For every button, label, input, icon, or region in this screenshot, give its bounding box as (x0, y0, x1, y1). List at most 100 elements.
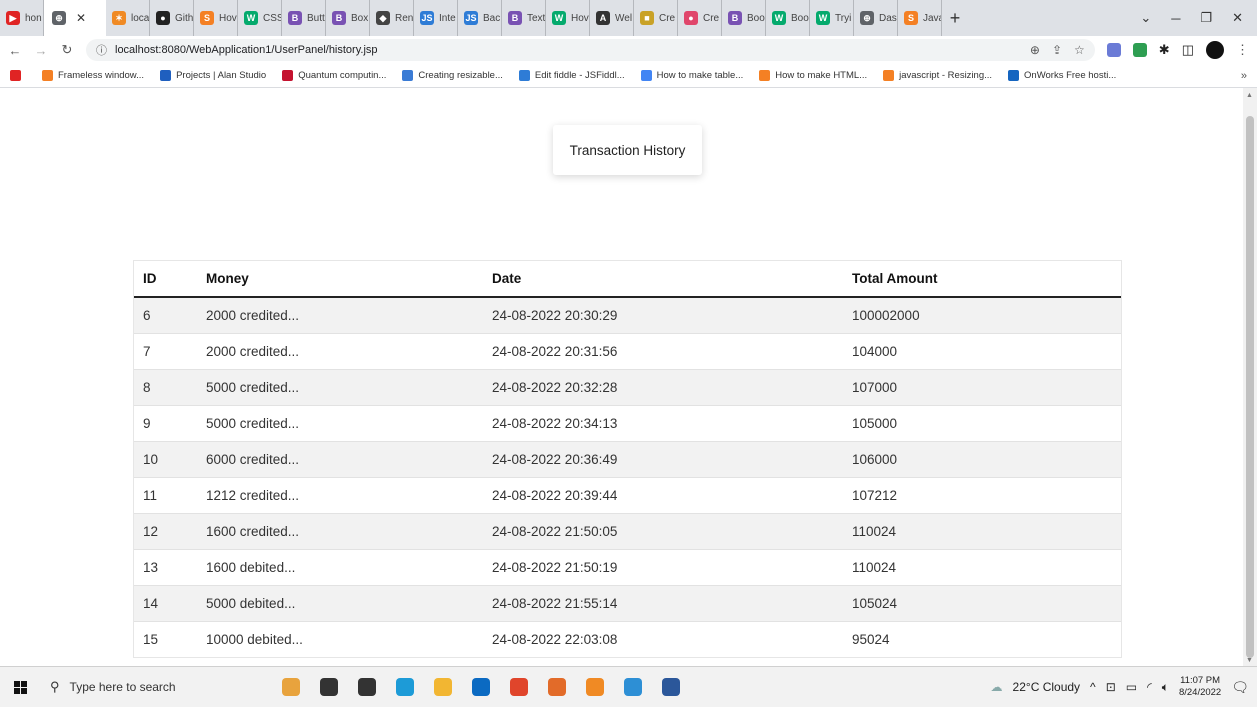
clock[interactable]: 11:07 PM 8/24/2022 (1179, 675, 1221, 699)
browser-tab[interactable]: W Boo (766, 0, 810, 36)
menu-icon[interactable]: ⋮ (1236, 42, 1249, 58)
share-icon[interactable]: ⇪ (1052, 43, 1062, 57)
green-extension-icon[interactable] (1132, 43, 1147, 57)
cell-total-amount: 100002000 (852, 296, 1121, 333)
tab-search-icon[interactable]: ⌄ (1140, 10, 1151, 26)
bookmark-item[interactable]: How to make table... (640, 70, 743, 81)
word-icon[interactable] (662, 678, 680, 696)
bookmark-item[interactable]: How to make HTML... (759, 70, 867, 81)
office-icon[interactable] (548, 678, 566, 696)
tab-label: Gith (175, 12, 194, 24)
taskbar-search[interactable]: ⚲ Type here to search (40, 667, 246, 707)
start-button[interactable] (0, 680, 40, 694)
browser-tab[interactable]: ▶ hon (0, 0, 44, 36)
back-button[interactable]: ← (8, 43, 22, 58)
tab-label: Butt (307, 12, 325, 24)
scroll-down-arrow[interactable]: ▼ (1246, 657, 1253, 664)
bookmark-item[interactable]: Frameless window... (42, 70, 144, 81)
bookmark-favicon-icon (518, 70, 530, 81)
bookmark-item[interactable]: OnWorks Free hosti... (1008, 70, 1116, 81)
bookmark-item[interactable]: Projects | Alan Studio (160, 70, 266, 81)
browser-tab[interactable]: ■ Cre (634, 0, 678, 36)
browser-tab[interactable]: ✶ loca (106, 0, 150, 36)
cell-total-amount: 95024 (852, 620, 1121, 657)
cell-total-amount: 110024 (852, 512, 1121, 549)
stackoverflow-icon: S (904, 11, 918, 25)
browser-tab[interactable]: S Java (898, 0, 942, 36)
browser-tab[interactable]: ⊕ Das (854, 0, 898, 36)
table-row: 10 6000 credited... 24-08-2022 20:36:49 106… (134, 440, 1121, 477)
browser-tab[interactable]: B Box (326, 0, 370, 36)
tab-label: Text (527, 12, 546, 24)
chrome-icon[interactable] (510, 678, 528, 696)
scroll-up-arrow[interactable]: ▲ (1246, 92, 1253, 99)
xampp-icon[interactable] (586, 678, 604, 696)
bookmark-item[interactable]: Creating resizable... (402, 70, 503, 81)
bookmark-item[interactable]: javascript - Resizing... (883, 70, 992, 81)
w3schools-icon: W (816, 11, 830, 25)
browser-tab[interactable]: S Hov (194, 0, 238, 36)
browser-tab[interactable]: ◆ Ren (370, 0, 414, 36)
w3schools-icon: W (244, 11, 258, 25)
address-bar[interactable]: ⓘ localhost:8080/WebApplication1/UserPan… (86, 39, 1095, 61)
tab-label: hon (25, 12, 42, 24)
tray-overflow-icon[interactable]: ^ (1090, 680, 1096, 694)
reload-button[interactable]: ↻ (60, 42, 74, 58)
notification-icon[interactable]: 🗨︎ (1231, 679, 1249, 696)
browser-tab[interactable]: JS Bac (458, 0, 502, 36)
minimize-button[interactable]: ─ (1171, 11, 1180, 26)
widget-icon[interactable] (282, 678, 300, 696)
browser-tab[interactable]: B Butt (282, 0, 326, 36)
battery-icon[interactable]: ▭ (1126, 680, 1137, 694)
browser-tab[interactable]: ● Gith (150, 0, 194, 36)
cell-money: 5000 credited... (206, 404, 492, 441)
browser-tab[interactable]: A Wel (590, 0, 634, 36)
scroll-thumb[interactable] (1246, 116, 1254, 658)
network-icon[interactable]: ⊡ (1106, 680, 1116, 694)
browser-tab[interactable]: ● Cre (678, 0, 722, 36)
profile-avatar[interactable] (1206, 41, 1224, 59)
table-row: 8 5000 credited... 24-08-2022 20:32:28 1070… (134, 368, 1121, 405)
bookmark-item[interactable] (10, 70, 26, 81)
close-tab-icon[interactable]: ✕ (76, 11, 86, 25)
zoom-icon[interactable]: ⊕ (1030, 43, 1040, 57)
tab-label: Wel (615, 12, 633, 24)
tab-label: Inte (439, 12, 456, 24)
browser-tab[interactable]: W CSS (238, 0, 282, 36)
sourcetree-icon[interactable] (624, 678, 642, 696)
bookmark-item[interactable]: Edit fiddle - JSFiddl... (518, 70, 625, 81)
info-icon[interactable]: ⓘ (96, 42, 107, 58)
tab-active[interactable]: ⊕ ✕ (44, 0, 106, 36)
volume-icon[interactable]: 🔈︎ (1162, 680, 1169, 695)
bookmark-label: OnWorks Free hosti... (1024, 70, 1117, 81)
cell-total-amount: 105024 (852, 584, 1121, 621)
bookmarks-overflow-icon[interactable]: » (1241, 70, 1247, 82)
clock-date: 8/24/2022 (1178, 687, 1222, 698)
browser-tab[interactable]: W Hov (546, 0, 590, 36)
cell-date: 24-08-2022 20:34:13 (492, 404, 852, 441)
shield-extension-icon[interactable] (1106, 43, 1121, 57)
bookmark-item[interactable]: Quantum computin... (282, 70, 386, 81)
tab-label: Hov (219, 12, 237, 24)
browser-tab[interactable]: JS Inte (414, 0, 458, 36)
close-window-button[interactable]: ✕ (1232, 10, 1243, 26)
forward-button[interactable]: → (34, 43, 48, 58)
vertical-scrollbar[interactable]: ▲ ▼ (1243, 88, 1257, 666)
maximize-button[interactable]: ❐ (1200, 10, 1212, 26)
edge-icon[interactable] (396, 678, 414, 696)
sidebar-icon[interactable]: ◫ (1182, 42, 1194, 58)
browser-tab[interactable]: B Boo (722, 0, 766, 36)
browser-tab[interactable]: B Text (502, 0, 546, 36)
puzzle-icon[interactable]: ✱ (1159, 42, 1170, 58)
mail-icon[interactable] (472, 678, 490, 696)
bookmark-star-icon[interactable]: ☆ (1074, 43, 1085, 57)
render-icon: ◆ (376, 11, 390, 25)
new-tab-button[interactable]: + (942, 8, 968, 29)
file-explorer-icon[interactable] (434, 678, 452, 696)
browser-tab[interactable]: W Tryi (810, 0, 854, 36)
weather-text[interactable]: 22°C Cloudy (1013, 680, 1081, 694)
cell-date: 24-08-2022 22:03:08 (492, 620, 852, 657)
cortana-icon[interactable] (320, 678, 338, 696)
task-view-icon[interactable] (358, 678, 376, 696)
wifi-icon[interactable]: ◜ (1147, 680, 1152, 694)
